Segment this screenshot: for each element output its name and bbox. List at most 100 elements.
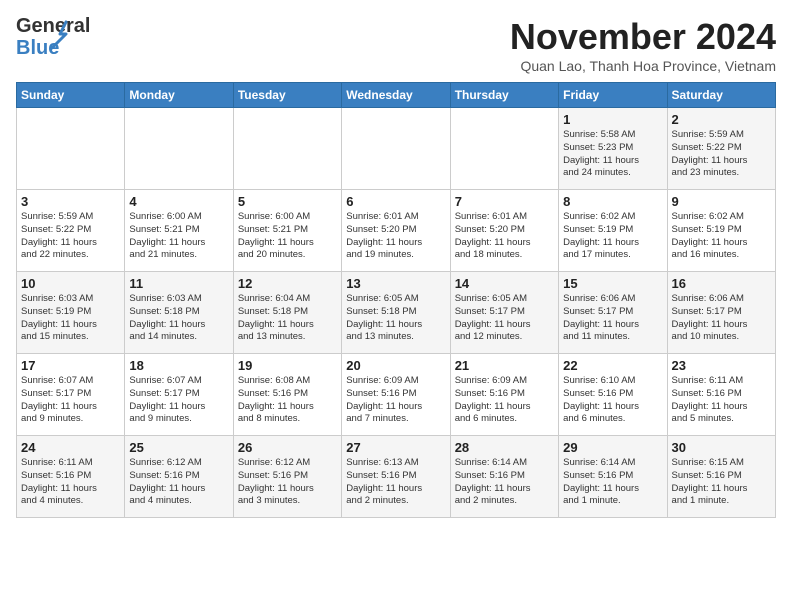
day-info: Sunrise: 6:11 AM Sunset: 5:16 PM Dayligh… — [21, 457, 120, 508]
day-info: Sunrise: 6:06 AM Sunset: 5:17 PM Dayligh… — [672, 293, 771, 344]
day-number: 2 — [672, 112, 771, 127]
day-info: Sunrise: 6:13 AM Sunset: 5:16 PM Dayligh… — [346, 457, 445, 508]
week-row-4: 17 Sunrise: 6:07 AM Sunset: 5:17 PM Dayli… — [17, 354, 776, 436]
day-number: 22 — [563, 358, 662, 373]
day-info: Sunrise: 6:15 AM Sunset: 5:16 PM Dayligh… — [672, 457, 771, 508]
day-info: Sunrise: 5:58 AM Sunset: 5:23 PM Dayligh… — [563, 129, 662, 180]
day-info: Sunrise: 6:12 AM Sunset: 5:16 PM Dayligh… — [238, 457, 337, 508]
day-number: 4 — [129, 194, 228, 209]
day-cell: 6Sunrise: 6:01 AM Sunset: 5:20 PM Daylig… — [342, 190, 450, 272]
day-cell: 29 Sunrise: 6:14 AM Sunset: 5:16 PM Dayli… — [559, 436, 667, 518]
day-number: 11 — [129, 276, 228, 291]
day-cell: 1Sunrise: 5:58 AM Sunset: 5:23 PM Daylig… — [559, 108, 667, 190]
day-number: 8 — [563, 194, 662, 209]
day-number: 27 — [346, 440, 445, 455]
day-info: Sunrise: 6:05 AM Sunset: 5:17 PM Dayligh… — [455, 293, 554, 344]
day-cell: 11 Sunrise: 6:03 AM Sunset: 5:18 PM Dayli… — [125, 272, 233, 354]
day-info: Sunrise: 6:06 AM Sunset: 5:17 PM Dayligh… — [563, 293, 662, 344]
day-cell: 19 Sunrise: 6:08 AM Sunset: 5:16 PM Dayli… — [233, 354, 341, 436]
day-info: Sunrise: 6:12 AM Sunset: 5:16 PM Dayligh… — [129, 457, 228, 508]
month-title: November 2024 — [510, 16, 776, 58]
day-number: 3 — [21, 194, 120, 209]
week-row-1: 1Sunrise: 5:58 AM Sunset: 5:23 PM Daylig… — [17, 108, 776, 190]
column-header-tuesday: Tuesday — [233, 83, 341, 108]
day-cell: 30 Sunrise: 6:15 AM Sunset: 5:16 PM Dayli… — [667, 436, 775, 518]
day-number: 25 — [129, 440, 228, 455]
day-number: 5 — [238, 194, 337, 209]
day-cell — [450, 108, 558, 190]
day-number: 26 — [238, 440, 337, 455]
day-cell — [17, 108, 125, 190]
header-row: SundayMondayTuesdayWednesdayThursdayFrid… — [17, 83, 776, 108]
day-number: 7 — [455, 194, 554, 209]
day-cell — [342, 108, 450, 190]
column-header-wednesday: Wednesday — [342, 83, 450, 108]
logo: General Blue — [16, 16, 60, 54]
day-cell: 14 Sunrise: 6:05 AM Sunset: 5:17 PM Dayli… — [450, 272, 558, 354]
day-cell: 24Sunrise: 6:11 AM Sunset: 5:16 PM Dayli… — [17, 436, 125, 518]
day-info: Sunrise: 6:03 AM Sunset: 5:19 PM Dayligh… — [21, 293, 120, 344]
day-cell: 16 Sunrise: 6:06 AM Sunset: 5:17 PM Dayli… — [667, 272, 775, 354]
day-info: Sunrise: 6:02 AM Sunset: 5:19 PM Dayligh… — [672, 211, 771, 262]
day-cell: 8 Sunrise: 6:02 AM Sunset: 5:19 PM Daylig… — [559, 190, 667, 272]
day-number: 14 — [455, 276, 554, 291]
day-info: Sunrise: 6:03 AM Sunset: 5:18 PM Dayligh… — [129, 293, 228, 344]
day-cell: 13 Sunrise: 6:05 AM Sunset: 5:18 PM Dayli… — [342, 272, 450, 354]
day-number: 17 — [21, 358, 120, 373]
day-cell: 26 Sunrise: 6:12 AM Sunset: 5:16 PM Dayli… — [233, 436, 341, 518]
day-cell: 15Sunrise: 6:06 AM Sunset: 5:17 PM Dayli… — [559, 272, 667, 354]
day-info: Sunrise: 6:07 AM Sunset: 5:17 PM Dayligh… — [129, 375, 228, 426]
day-cell: 3 Sunrise: 5:59 AM Sunset: 5:22 PM Daylig… — [17, 190, 125, 272]
day-info: Sunrise: 6:10 AM Sunset: 5:16 PM Dayligh… — [563, 375, 662, 426]
day-info: Sunrise: 6:05 AM Sunset: 5:18 PM Dayligh… — [346, 293, 445, 344]
day-number: 19 — [238, 358, 337, 373]
day-cell: 20Sunrise: 6:09 AM Sunset: 5:16 PM Dayli… — [342, 354, 450, 436]
day-number: 29 — [563, 440, 662, 455]
location: Quan Lao, Thanh Hoa Province, Vietnam — [510, 58, 776, 74]
day-cell: 28Sunrise: 6:14 AM Sunset: 5:16 PM Dayli… — [450, 436, 558, 518]
day-info: Sunrise: 6:09 AM Sunset: 5:16 PM Dayligh… — [346, 375, 445, 426]
day-info: Sunrise: 6:11 AM Sunset: 5:16 PM Dayligh… — [672, 375, 771, 426]
day-number: 23 — [672, 358, 771, 373]
day-cell — [125, 108, 233, 190]
day-cell: 2 Sunrise: 5:59 AM Sunset: 5:22 PM Daylig… — [667, 108, 775, 190]
day-cell: 12Sunrise: 6:04 AM Sunset: 5:18 PM Dayli… — [233, 272, 341, 354]
day-cell: 22 Sunrise: 6:10 AM Sunset: 5:16 PM Dayli… — [559, 354, 667, 436]
day-number: 16 — [672, 276, 771, 291]
day-info: Sunrise: 5:59 AM Sunset: 5:22 PM Dayligh… — [21, 211, 120, 262]
week-row-2: 3 Sunrise: 5:59 AM Sunset: 5:22 PM Daylig… — [17, 190, 776, 272]
day-number: 9 — [672, 194, 771, 209]
day-info: Sunrise: 6:02 AM Sunset: 5:19 PM Dayligh… — [563, 211, 662, 262]
day-info: Sunrise: 6:07 AM Sunset: 5:17 PM Dayligh… — [21, 375, 120, 426]
day-number: 10 — [21, 276, 120, 291]
day-info: Sunrise: 6:00 AM Sunset: 5:21 PM Dayligh… — [129, 211, 228, 262]
title-area: November 2024 Quan Lao, Thanh Hoa Provin… — [510, 16, 776, 74]
day-info: Sunrise: 6:14 AM Sunset: 5:16 PM Dayligh… — [455, 457, 554, 508]
day-cell: 9 Sunrise: 6:02 AM Sunset: 5:19 PM Daylig… — [667, 190, 775, 272]
header: General Blue November 2024 Quan Lao, Tha… — [16, 16, 776, 74]
day-info: Sunrise: 6:00 AM Sunset: 5:21 PM Dayligh… — [238, 211, 337, 262]
day-cell: 7 Sunrise: 6:01 AM Sunset: 5:20 PM Daylig… — [450, 190, 558, 272]
day-info: Sunrise: 6:01 AM Sunset: 5:20 PM Dayligh… — [455, 211, 554, 262]
day-number: 6 — [346, 194, 445, 209]
day-info: Sunrise: 6:08 AM Sunset: 5:16 PM Dayligh… — [238, 375, 337, 426]
day-number: 21 — [455, 358, 554, 373]
column-header-saturday: Saturday — [667, 83, 775, 108]
day-cell: 27 Sunrise: 6:13 AM Sunset: 5:16 PM Dayli… — [342, 436, 450, 518]
day-cell: 17 Sunrise: 6:07 AM Sunset: 5:17 PM Dayli… — [17, 354, 125, 436]
day-number: 13 — [346, 276, 445, 291]
day-info: Sunrise: 6:14 AM Sunset: 5:16 PM Dayligh… — [563, 457, 662, 508]
day-info: Sunrise: 5:59 AM Sunset: 5:22 PM Dayligh… — [672, 129, 771, 180]
day-cell: 18 Sunrise: 6:07 AM Sunset: 5:17 PM Dayli… — [125, 354, 233, 436]
week-row-3: 10 Sunrise: 6:03 AM Sunset: 5:19 PM Dayli… — [17, 272, 776, 354]
day-cell: 10 Sunrise: 6:03 AM Sunset: 5:19 PM Dayli… — [17, 272, 125, 354]
day-info: Sunrise: 6:04 AM Sunset: 5:18 PM Dayligh… — [238, 293, 337, 344]
day-number: 18 — [129, 358, 228, 373]
day-cell: 23 Sunrise: 6:11 AM Sunset: 5:16 PM Dayli… — [667, 354, 775, 436]
day-cell: 4 Sunrise: 6:00 AM Sunset: 5:21 PM Daylig… — [125, 190, 233, 272]
week-row-5: 24Sunrise: 6:11 AM Sunset: 5:16 PM Dayli… — [17, 436, 776, 518]
column-header-sunday: Sunday — [17, 83, 125, 108]
day-cell — [233, 108, 341, 190]
column-header-thursday: Thursday — [450, 83, 558, 108]
day-number: 30 — [672, 440, 771, 455]
